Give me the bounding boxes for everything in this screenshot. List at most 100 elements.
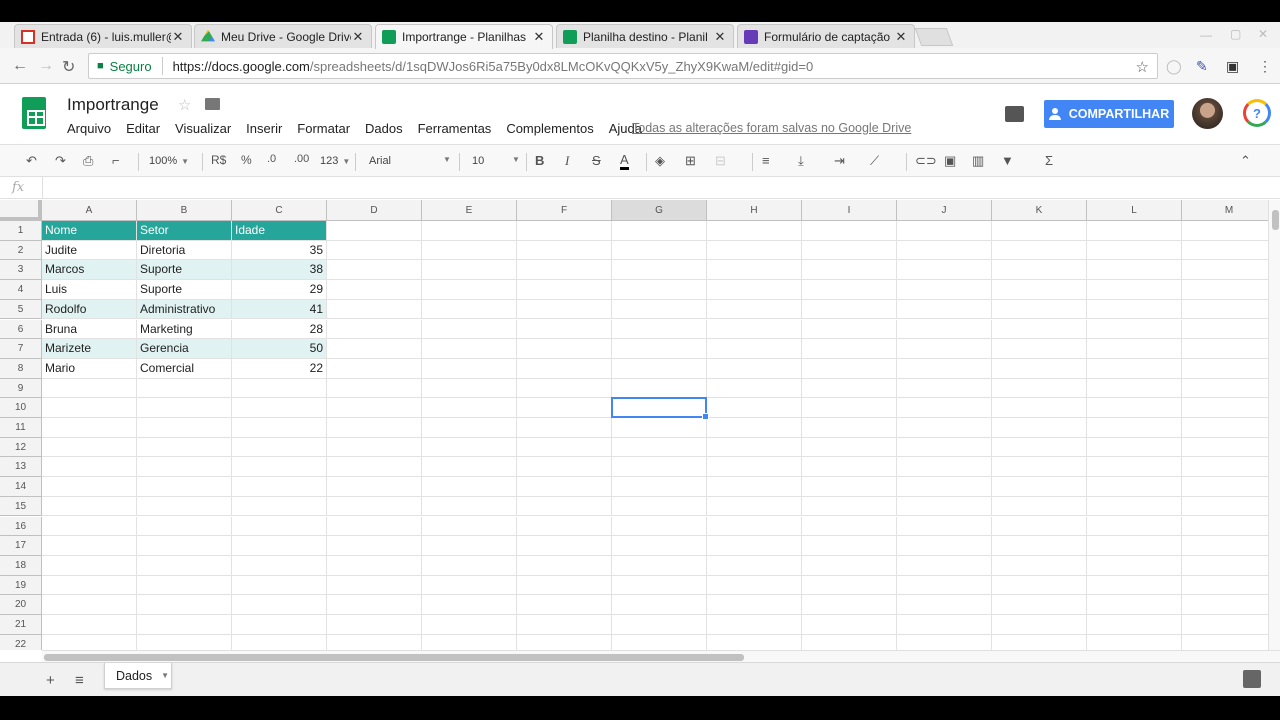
cell-j14[interactable]: [897, 477, 992, 497]
window-close-icon[interactable]: ✕: [1258, 27, 1268, 41]
comments-icon[interactable]: [1005, 106, 1024, 122]
cell-l20[interactable]: [1087, 595, 1182, 615]
cell-m12[interactable]: [1182, 438, 1268, 458]
menu-ferramentas[interactable]: Ferramentas: [418, 121, 492, 136]
cell-c15[interactable]: [232, 496, 327, 517]
cell-k17[interactable]: [992, 536, 1087, 556]
cell-l18[interactable]: [1087, 555, 1182, 576]
cell-k21[interactable]: [992, 615, 1087, 635]
cell-m6[interactable]: [1182, 320, 1268, 340]
cell-h10[interactable]: [707, 398, 802, 418]
row-header-2[interactable]: 2: [0, 240, 42, 261]
horizontal-align-icon[interactable]: ≡: [762, 153, 770, 168]
cell-d13[interactable]: [327, 457, 422, 478]
star-icon[interactable]: ☆: [178, 96, 191, 114]
column-header-k[interactable]: K: [992, 200, 1087, 221]
scroll-thumb[interactable]: [1272, 210, 1279, 230]
cell-j9[interactable]: [897, 378, 992, 399]
row-header-15[interactable]: 15: [0, 496, 42, 517]
cell-c6[interactable]: 28: [232, 319, 327, 340]
chevron-down-icon[interactable]: ▼: [161, 671, 169, 680]
cell-i11[interactable]: [802, 418, 897, 438]
cell-g11[interactable]: [612, 418, 707, 438]
cell-h22[interactable]: [707, 634, 802, 650]
cell-j15[interactable]: [897, 496, 992, 517]
cell-g8[interactable]: [612, 358, 707, 379]
cell-m2[interactable]: [1182, 241, 1268, 261]
cell-a9[interactable]: [42, 378, 137, 399]
cell-l5[interactable]: [1087, 299, 1182, 320]
column-header-l[interactable]: L: [1087, 200, 1182, 221]
cell-i8[interactable]: [802, 358, 897, 379]
cell-g3[interactable]: [612, 260, 707, 281]
cell-f3[interactable]: [517, 260, 612, 281]
cell-e15[interactable]: [422, 496, 517, 517]
cell-d10[interactable]: [327, 398, 422, 418]
cell-c11[interactable]: [232, 418, 327, 438]
cell-d11[interactable]: [327, 418, 422, 438]
cell-l2[interactable]: [1087, 240, 1182, 261]
cell-h16[interactable]: [707, 516, 802, 537]
explore-icon[interactable]: [1243, 670, 1261, 688]
text-wrap-icon[interactable]: ⇥: [834, 153, 845, 169]
cell-l13[interactable]: [1087, 457, 1182, 478]
cell-f2[interactable]: [517, 240, 612, 261]
merge-cells-icon[interactable]: ⊟: [715, 153, 726, 169]
cell-d7[interactable]: [327, 339, 422, 359]
cell-e8[interactable]: [422, 358, 517, 379]
cell-g15[interactable]: [612, 496, 707, 517]
cell-i4[interactable]: [802, 280, 897, 300]
horizontal-scrollbar[interactable]: [42, 650, 1280, 662]
cell-i16[interactable]: [802, 516, 897, 537]
link-icon[interactable]: ⊂⊃: [915, 153, 937, 169]
cell-m10[interactable]: [1182, 398, 1268, 418]
cell-b13[interactable]: [137, 457, 232, 478]
maximize-icon[interactable]: ▢: [1230, 27, 1241, 41]
cell-l9[interactable]: [1087, 378, 1182, 399]
cell-c1[interactable]: Idade: [232, 221, 327, 241]
cell-d21[interactable]: [327, 615, 422, 635]
cell-d6[interactable]: [327, 319, 422, 340]
cell-c17[interactable]: [232, 536, 327, 556]
cell-a11[interactable]: [42, 418, 137, 438]
cell-a18[interactable]: [42, 555, 137, 576]
cell-k2[interactable]: [992, 240, 1087, 261]
undo-icon[interactable]: ↶: [26, 153, 37, 169]
text-rotation-icon[interactable]: ⟋: [870, 153, 879, 169]
cell-e20[interactable]: [422, 595, 517, 615]
cell-a7[interactable]: Marizete: [42, 339, 137, 359]
close-icon[interactable]: ✕: [713, 29, 727, 45]
scroll-thumb[interactable]: [44, 654, 744, 661]
cell-k9[interactable]: [992, 378, 1087, 399]
cell-k6[interactable]: [992, 319, 1087, 340]
cell-l14[interactable]: [1087, 477, 1182, 497]
cell-e2[interactable]: [422, 240, 517, 261]
cell-m7[interactable]: [1182, 339, 1268, 359]
cell-e13[interactable]: [422, 457, 517, 478]
minimize-icon[interactable]: —: [1200, 28, 1212, 42]
cell-l10[interactable]: [1087, 398, 1182, 418]
menu-editar[interactable]: Editar: [126, 121, 160, 136]
cell-j4[interactable]: [897, 280, 992, 300]
cell-i2[interactable]: [802, 240, 897, 261]
cell-b1[interactable]: Setor: [137, 221, 232, 241]
cell-f20[interactable]: [517, 595, 612, 615]
cell-a4[interactable]: Luis: [42, 280, 137, 300]
cell-k5[interactable]: [992, 299, 1087, 320]
cell-b4[interactable]: Suporte: [137, 280, 232, 300]
share-button[interactable]: COMPARTILHAR: [1044, 100, 1174, 128]
cell-d16[interactable]: [327, 516, 422, 537]
cell-a12[interactable]: [42, 437, 137, 458]
column-header-e[interactable]: E: [422, 200, 517, 221]
cell-m13[interactable]: [1182, 457, 1268, 478]
cell-k15[interactable]: [992, 496, 1087, 517]
cell-c2[interactable]: 35: [232, 240, 327, 261]
cell-m14[interactable]: [1182, 477, 1268, 497]
help-icon[interactable]: ?: [1243, 99, 1271, 127]
cell-g5[interactable]: [612, 299, 707, 320]
row-header-4[interactable]: 4: [0, 280, 42, 300]
cell-e10[interactable]: [422, 398, 517, 418]
cell-j18[interactable]: [897, 555, 992, 576]
cell-c4[interactable]: 29: [232, 280, 327, 300]
forward-icon[interactable]: →: [38, 57, 54, 75]
